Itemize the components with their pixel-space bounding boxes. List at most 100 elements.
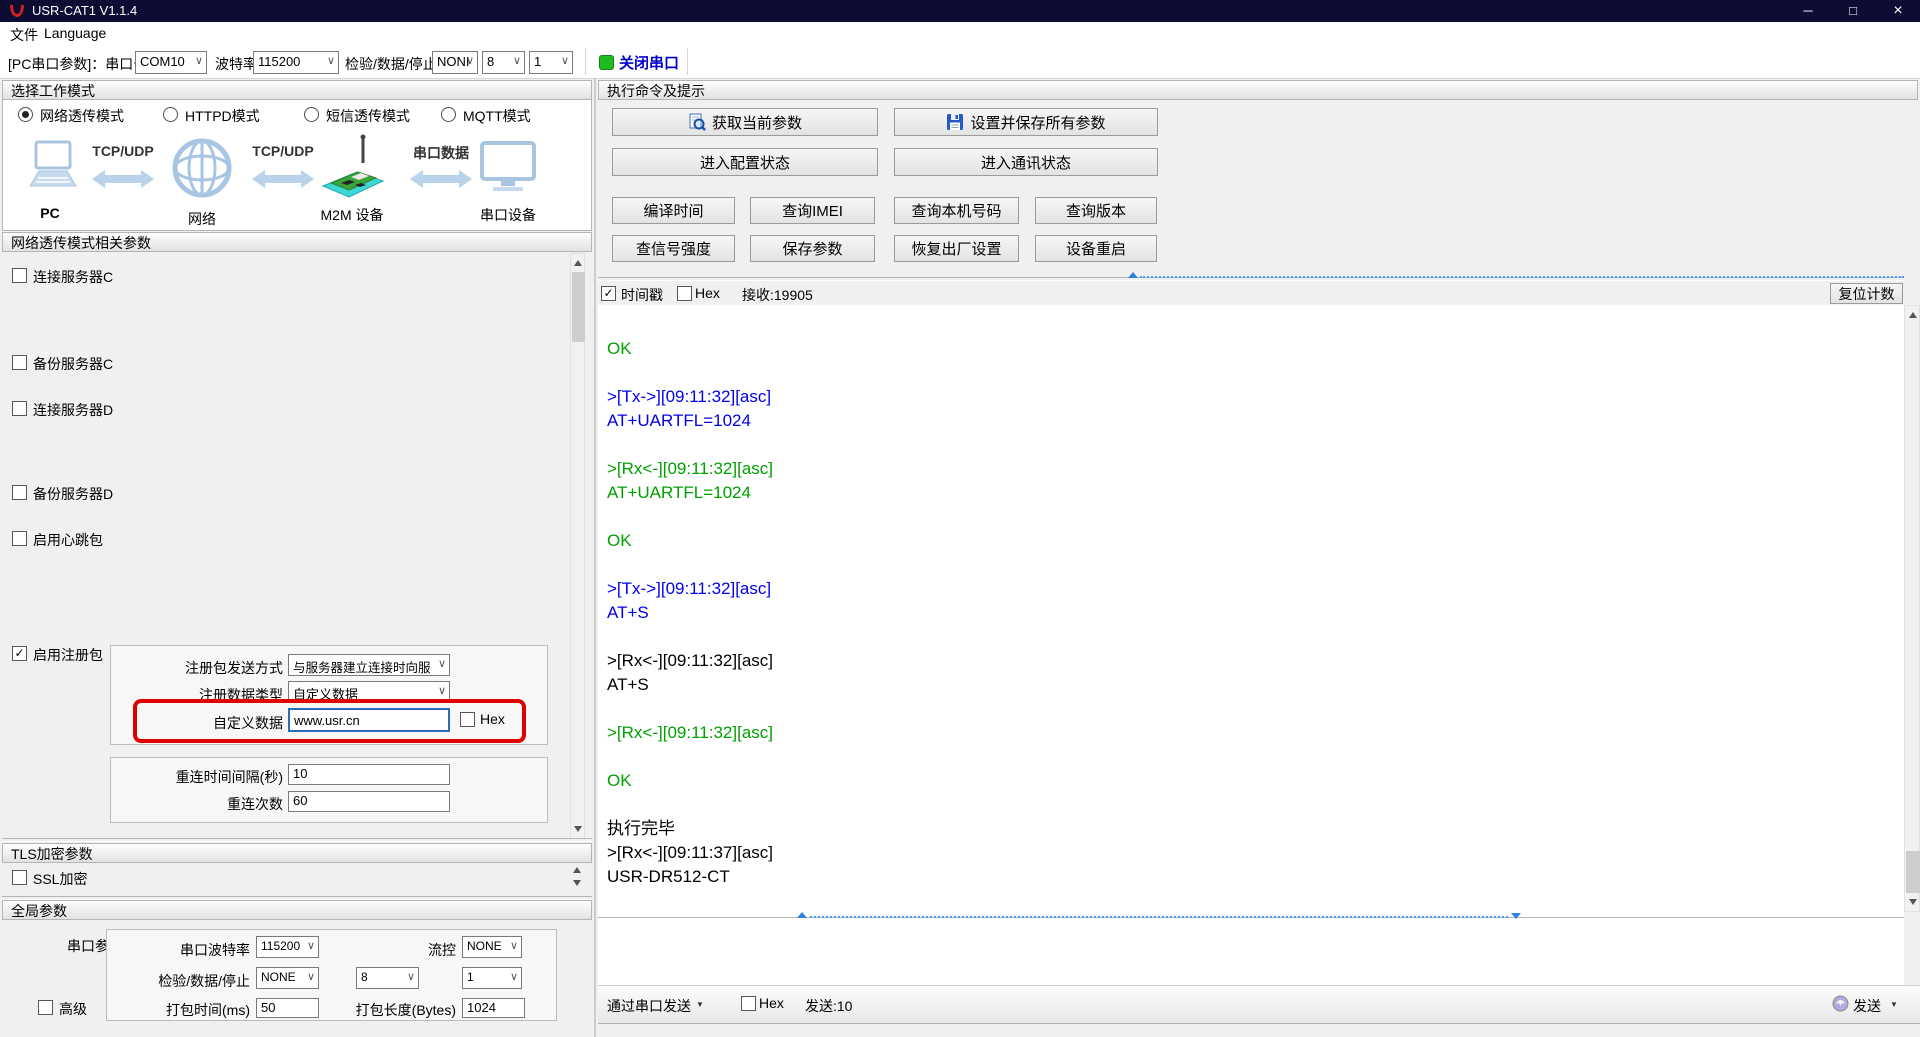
close-button[interactable]: × bbox=[1881, 0, 1915, 22]
log-line: >[Tx->][09:11:32][asc] bbox=[607, 385, 773, 409]
log-line bbox=[607, 697, 773, 721]
log-line: USR-DR512-CT bbox=[607, 865, 773, 889]
port-open-indicator-icon bbox=[599, 55, 614, 70]
node-label-pc: PC bbox=[20, 205, 80, 221]
radio-icon bbox=[18, 107, 33, 122]
highlight-red-box bbox=[133, 699, 526, 743]
reconnect-count-input[interactable]: 60 bbox=[288, 791, 450, 812]
command-button[interactable]: 查询本机号码 bbox=[894, 197, 1019, 224]
command-button[interactable]: 保存参数 bbox=[750, 235, 875, 262]
stopbits-select[interactable]: 1 ∨ bbox=[529, 51, 573, 74]
node-label-m2m: M2M 设备 bbox=[318, 205, 386, 225]
spin-up-icon[interactable] bbox=[573, 867, 581, 873]
log-line: OK bbox=[607, 529, 773, 553]
log-scrollbar[interactable] bbox=[1904, 305, 1920, 912]
get-params-button[interactable]: 获取当前参数 bbox=[612, 108, 878, 136]
checkbox-icon bbox=[741, 996, 756, 1011]
command-button[interactable]: 设备重启 bbox=[1035, 235, 1157, 262]
baud-select[interactable]: 115200 ∨ bbox=[253, 51, 339, 74]
tls-section-spinner[interactable] bbox=[570, 864, 585, 892]
log-line bbox=[607, 793, 773, 817]
serial-toolbar: [PC串口参数]：串口号 COM10 ∨ 波特率 115200 ∨ 检验/数据/… bbox=[0, 45, 1920, 79]
command-button[interactable]: 查信号强度 bbox=[612, 235, 735, 262]
chevron-down-icon: ∨ bbox=[195, 54, 203, 67]
databits-select[interactable]: 8 ∨ bbox=[482, 51, 525, 74]
send-bar bbox=[598, 985, 1920, 1024]
minimize-button[interactable]: ─ bbox=[1791, 0, 1825, 22]
gp-baud-select[interactable]: 115200 ∨ bbox=[256, 936, 319, 958]
recv-counter: 接收:19905 bbox=[742, 285, 813, 305]
log-line: AT+UARTFL=1024 bbox=[607, 481, 773, 505]
com-port-select[interactable]: COM10 ∨ bbox=[135, 51, 207, 74]
checkbox-icon bbox=[12, 531, 27, 546]
log-line bbox=[607, 361, 773, 385]
parity-select[interactable]: NONI ∨ bbox=[432, 51, 478, 74]
dropdown-arrow-icon[interactable]: ▼ bbox=[1890, 1000, 1898, 1009]
command-button[interactable]: 编译时间 bbox=[612, 197, 735, 224]
splitter-arrow-icon[interactable] bbox=[1511, 913, 1521, 919]
scroll-down-icon[interactable] bbox=[1909, 899, 1917, 905]
app-logo-icon bbox=[9, 4, 25, 18]
log-line: AT+S bbox=[607, 601, 773, 625]
log-line: >[Rx<-][09:11:32][asc] bbox=[607, 457, 773, 481]
chevron-down-icon: ∨ bbox=[438, 684, 446, 697]
scroll-up-icon[interactable] bbox=[1909, 312, 1917, 318]
enter-config-button[interactable]: 进入配置状态 bbox=[612, 148, 878, 176]
reconnect-interval-input[interactable]: 10 bbox=[288, 764, 450, 785]
command-button[interactable]: 查询版本 bbox=[1035, 197, 1157, 224]
command-button[interactable]: 恢复出厂设置 bbox=[894, 235, 1019, 262]
send-icon bbox=[1832, 995, 1849, 1012]
pc-icon bbox=[24, 140, 80, 194]
menu-bar: 文件 Language bbox=[0, 22, 1920, 45]
gp-pack-time-input[interactable]: 50 bbox=[256, 998, 319, 1018]
checkbox-icon bbox=[38, 1000, 53, 1015]
gp-databits-select[interactable]: 8 ∨ bbox=[356, 967, 419, 989]
checkbox-icon bbox=[12, 268, 27, 283]
splitter-dotted-line[interactable] bbox=[1140, 276, 1904, 278]
log-line: AT+UARTFL=1024 bbox=[607, 409, 773, 433]
splitter-arrow-icon[interactable] bbox=[1128, 272, 1138, 278]
window-title: USR-CAT1 V1.1.4 bbox=[32, 3, 137, 18]
splitter-dotted-line[interactable] bbox=[810, 916, 1508, 918]
scrollbar-thumb[interactable] bbox=[1906, 851, 1920, 893]
gp-parity-select[interactable]: NONE ∨ bbox=[256, 967, 319, 989]
chevron-down-icon: ∨ bbox=[307, 939, 315, 952]
reconnect-count-label: 重连次数 bbox=[110, 794, 283, 814]
dropdown-arrow-icon[interactable]: ▼ bbox=[696, 1000, 704, 1009]
menu-language[interactable]: Language bbox=[44, 25, 106, 41]
log-line bbox=[607, 553, 773, 577]
gp-pack-len-input[interactable]: 1024 bbox=[462, 998, 525, 1018]
log-area[interactable] bbox=[598, 305, 1904, 985]
set-save-params-button[interactable]: 设置并保存所有参数 bbox=[894, 108, 1158, 136]
command-button[interactable]: 查询IMEI bbox=[750, 197, 875, 224]
close-port-button[interactable]: 关闭串口 bbox=[619, 52, 679, 73]
menu-file[interactable]: 文件 bbox=[10, 25, 38, 45]
chevron-down-icon: ∨ bbox=[510, 970, 518, 983]
maximize-button[interactable]: □ bbox=[1836, 0, 1870, 22]
enter-comm-button[interactable]: 进入通讯状态 bbox=[894, 148, 1158, 176]
reg-send-mode-select[interactable]: 与服务器建立连接时向服 ∨ bbox=[288, 654, 450, 676]
checkbox-icon bbox=[12, 485, 27, 500]
gp-pack-time-label: 打包时间(ms) bbox=[130, 1000, 250, 1020]
tls-header: TLS加密参数 bbox=[2, 843, 592, 863]
scroll-down-icon[interactable] bbox=[574, 826, 582, 832]
scroll-up-icon[interactable] bbox=[574, 260, 582, 266]
serial-device-icon bbox=[480, 141, 536, 193]
reset-count-button[interactable]: 复位计数 bbox=[1830, 283, 1903, 304]
panel-divider bbox=[594, 78, 596, 1037]
send-via-serial-button[interactable]: 通过串口发送 bbox=[607, 996, 691, 1016]
gp-stopbits-select[interactable]: 1 ∨ bbox=[462, 967, 522, 989]
scrollbar-thumb[interactable] bbox=[572, 272, 585, 342]
link-label: TCP/UDP bbox=[252, 143, 314, 159]
left-panel-scrollbar[interactable] bbox=[570, 253, 585, 839]
node-label-network: 网络 bbox=[172, 209, 232, 229]
spin-down-icon[interactable] bbox=[573, 880, 581, 886]
send-button[interactable]: 发送 bbox=[1853, 996, 1881, 1016]
arrow-icon bbox=[252, 168, 314, 190]
radio-icon bbox=[304, 107, 319, 122]
splitter-arrow-icon[interactable] bbox=[797, 912, 807, 918]
reconnect-interval-label: 重连时间间隔(秒) bbox=[110, 767, 283, 787]
network-globe-icon bbox=[171, 137, 233, 199]
gp-flow-select[interactable]: NONE ∨ bbox=[462, 936, 522, 958]
checkbox-icon bbox=[12, 401, 27, 416]
